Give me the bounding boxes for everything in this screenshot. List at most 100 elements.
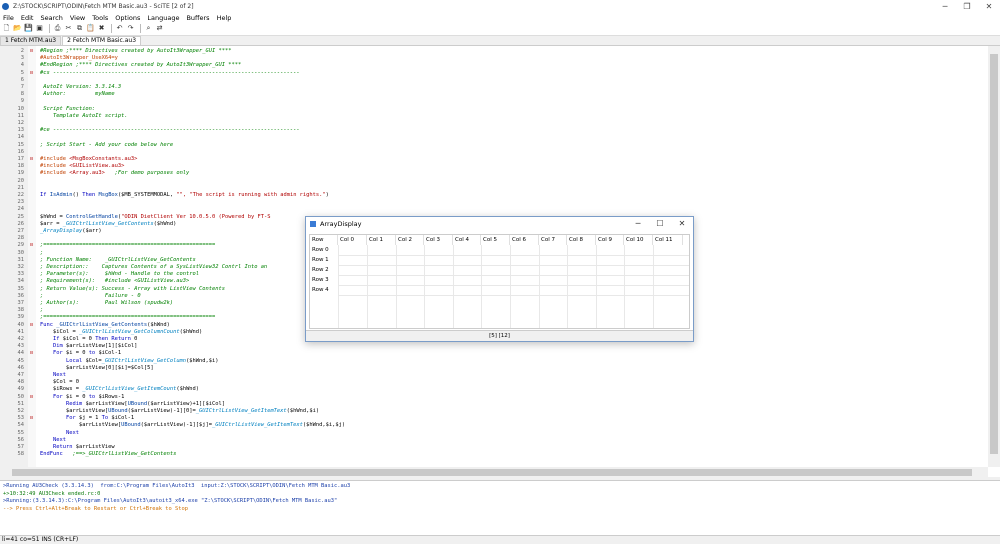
menu-edit[interactable]: Edit xyxy=(21,14,34,22)
fold-toggle-icon[interactable]: ⊟ xyxy=(30,322,34,329)
array-row-0[interactable]: Row 0 xyxy=(310,245,338,255)
horizontal-scroll-thumb[interactable] xyxy=(12,469,972,476)
code-line[interactable]: $Col = 0 xyxy=(40,379,980,386)
code-line[interactable]: $iRows = _GUICtrlListView_GetItemCount($… xyxy=(40,386,980,393)
code-line[interactable]: #EndRegion ;**** Directives created by A… xyxy=(40,62,980,69)
code-line[interactable]: Next xyxy=(40,437,980,444)
redo-icon[interactable]: ↷ xyxy=(126,24,135,33)
minimize-button[interactable]: ─ xyxy=(934,0,956,13)
header-col-6[interactable]: Col 6 xyxy=(510,235,539,245)
menu-options[interactable]: Options xyxy=(115,14,140,22)
code-line[interactable] xyxy=(40,98,980,105)
code-line[interactable]: Template AutoIt script. xyxy=(40,113,980,120)
tab-2[interactable]: 2 Fetch MTM Basic.au3 xyxy=(62,36,142,45)
code-line[interactable]: Local $Col=_GUICtrlListView_GetColumn($h… xyxy=(40,358,980,365)
code-line[interactable]: #Region ;**** Directives created by Auto… xyxy=(40,48,980,55)
array-display-maximize-button[interactable]: ☐ xyxy=(649,217,671,231)
code-line[interactable] xyxy=(40,134,980,141)
fold-toggle-icon[interactable]: ⊟ xyxy=(30,415,34,422)
code-line[interactable] xyxy=(40,206,980,213)
array-row-2[interactable]: Row 2 xyxy=(310,265,338,275)
paste-icon[interactable]: 📋 xyxy=(86,24,95,33)
close-file-icon[interactable]: ▣ xyxy=(35,24,44,33)
code-line[interactable]: Next xyxy=(40,372,980,379)
output-pane[interactable]: >Running AU3Check (3.3.14.3) from:C:\Pro… xyxy=(0,480,1000,535)
fold-toggle-icon[interactable]: ⊟ xyxy=(30,70,34,77)
open-icon[interactable]: 📂 xyxy=(13,24,22,33)
code-line[interactable]: $arrListView[UBound($arrListView)-1][0]=… xyxy=(40,408,980,415)
code-line[interactable]: $arrListView[0][$i]=$Col[5] xyxy=(40,365,980,372)
code-line[interactable]: Redim $arrListView[UBound($arrListView)+… xyxy=(40,401,980,408)
code-line[interactable]: For $i = 0 to $iRows-1 xyxy=(40,394,980,401)
menu-tools[interactable]: Tools xyxy=(92,14,108,22)
code-line[interactable]: Author: myName xyxy=(40,91,980,98)
save-icon[interactable]: 💾 xyxy=(24,24,33,33)
menu-help[interactable]: Help xyxy=(217,14,232,22)
code-line[interactable]: Script Function: xyxy=(40,106,980,113)
array-display-titlebar[interactable]: ArrayDisplay ─ ☐ ✕ xyxy=(306,217,693,231)
menu-file[interactable]: File xyxy=(3,14,14,22)
array-row-4[interactable]: Row 4 xyxy=(310,285,338,295)
find-icon[interactable]: ⌕ xyxy=(144,24,153,33)
code-line[interactable] xyxy=(40,149,980,156)
code-line[interactable]: ; Script Start - Add your code below her… xyxy=(40,142,980,149)
close-button[interactable]: ✕ xyxy=(978,0,1000,13)
vertical-scroll-thumb[interactable] xyxy=(990,54,998,454)
code-line[interactable]: Dim $arrListView[1][$iCol] xyxy=(40,343,980,350)
header-row[interactable]: Row xyxy=(310,235,338,245)
header-col-3[interactable]: Col 3 xyxy=(424,235,453,245)
code-line[interactable]: AutoIt Version: 3.3.14.3 xyxy=(40,84,980,91)
code-line[interactable]: #include <Array.au3> ;For demo purposes … xyxy=(40,170,980,177)
code-line[interactable]: #cs ------------------------------------… xyxy=(40,70,980,77)
header-col-1[interactable]: Col 1 xyxy=(367,235,396,245)
code-line[interactable]: For $i = 0 to $iCol-1 xyxy=(40,350,980,357)
header-col-11[interactable]: Col 11 xyxy=(653,235,683,245)
vertical-scrollbar[interactable] xyxy=(988,46,1000,467)
menu-view[interactable]: View xyxy=(70,14,85,22)
code-line[interactable]: $arrListView[UBound($arrListView)-1][$j]… xyxy=(40,422,980,429)
print-icon[interactable]: ⎙ xyxy=(53,24,62,33)
fold-toggle-icon[interactable]: ⊟ xyxy=(30,394,34,401)
array-listview[interactable]: Row Col 0 Col 1 Col 2 Col 3 Col 4 Col 5 Col 6 Co… xyxy=(309,234,690,329)
header-col-5[interactable]: Col 5 xyxy=(481,235,510,245)
delete-icon[interactable]: ✖ xyxy=(97,24,106,33)
header-col-8[interactable]: Col 8 xyxy=(567,235,596,245)
cut-icon[interactable]: ✂ xyxy=(64,24,73,33)
undo-icon[interactable]: ↶ xyxy=(115,24,124,33)
header-col-0[interactable]: Col 0 xyxy=(338,235,367,245)
code-line[interactable] xyxy=(40,77,980,84)
code-line[interactable] xyxy=(40,199,980,206)
code-line[interactable] xyxy=(40,185,980,192)
horizontal-scrollbar[interactable] xyxy=(0,467,988,478)
code-line[interactable]: #include <MsgBoxConstants.au3> xyxy=(40,156,980,163)
code-line[interactable]: If IsAdmin() Then MsgBox($MB_SYSTEMMODAL… xyxy=(40,192,980,199)
header-col-9[interactable]: Col 9 xyxy=(596,235,624,245)
header-col-10[interactable]: Col 10 xyxy=(624,235,653,245)
header-col-4[interactable]: Col 4 xyxy=(453,235,481,245)
fold-toggle-icon[interactable]: ⊟ xyxy=(30,242,34,249)
fold-toggle-icon[interactable]: ⊟ xyxy=(30,350,34,357)
header-col-7[interactable]: Col 7 xyxy=(539,235,567,245)
code-line[interactable]: #AutoIt3Wrapper_UseX64=y xyxy=(40,55,980,62)
tab-1[interactable]: 1 Fetch MTM.au3 xyxy=(0,36,62,45)
array-row-3[interactable]: Row 3 xyxy=(310,275,338,285)
menu-language[interactable]: Language xyxy=(147,14,179,22)
fold-toggle-icon[interactable]: ⊟ xyxy=(30,156,34,163)
header-col-2[interactable]: Col 2 xyxy=(396,235,424,245)
fold-toggle-icon[interactable]: ⊟ xyxy=(30,48,34,55)
code-line[interactable]: Next xyxy=(40,430,980,437)
code-line[interactable]: Return $arrListView xyxy=(40,444,980,451)
replace-icon[interactable]: ⇄ xyxy=(155,24,164,33)
menu-buffers[interactable]: Buffers xyxy=(186,14,209,22)
fold-margin[interactable] xyxy=(28,46,36,467)
array-display-minimize-button[interactable]: ─ xyxy=(627,217,649,231)
code-line[interactable] xyxy=(40,178,980,185)
array-display-window[interactable]: ArrayDisplay ─ ☐ ✕ Row Col 0 Col 1 Col 2 Col… xyxy=(305,216,694,342)
code-line[interactable]: #ce ------------------------------------… xyxy=(40,127,980,134)
copy-icon[interactable]: ⧉ xyxy=(75,24,84,33)
code-line[interactable]: For $j = 1 To $iCol-1 xyxy=(40,415,980,422)
code-line[interactable]: #include <GUIListView.au3> xyxy=(40,163,980,170)
array-row-1[interactable]: Row 1 xyxy=(310,255,338,265)
new-icon[interactable]: 🗋 xyxy=(2,24,11,33)
code-line[interactable]: EndFunc ;==>_GUICtrlListView_GetContents xyxy=(40,451,980,458)
